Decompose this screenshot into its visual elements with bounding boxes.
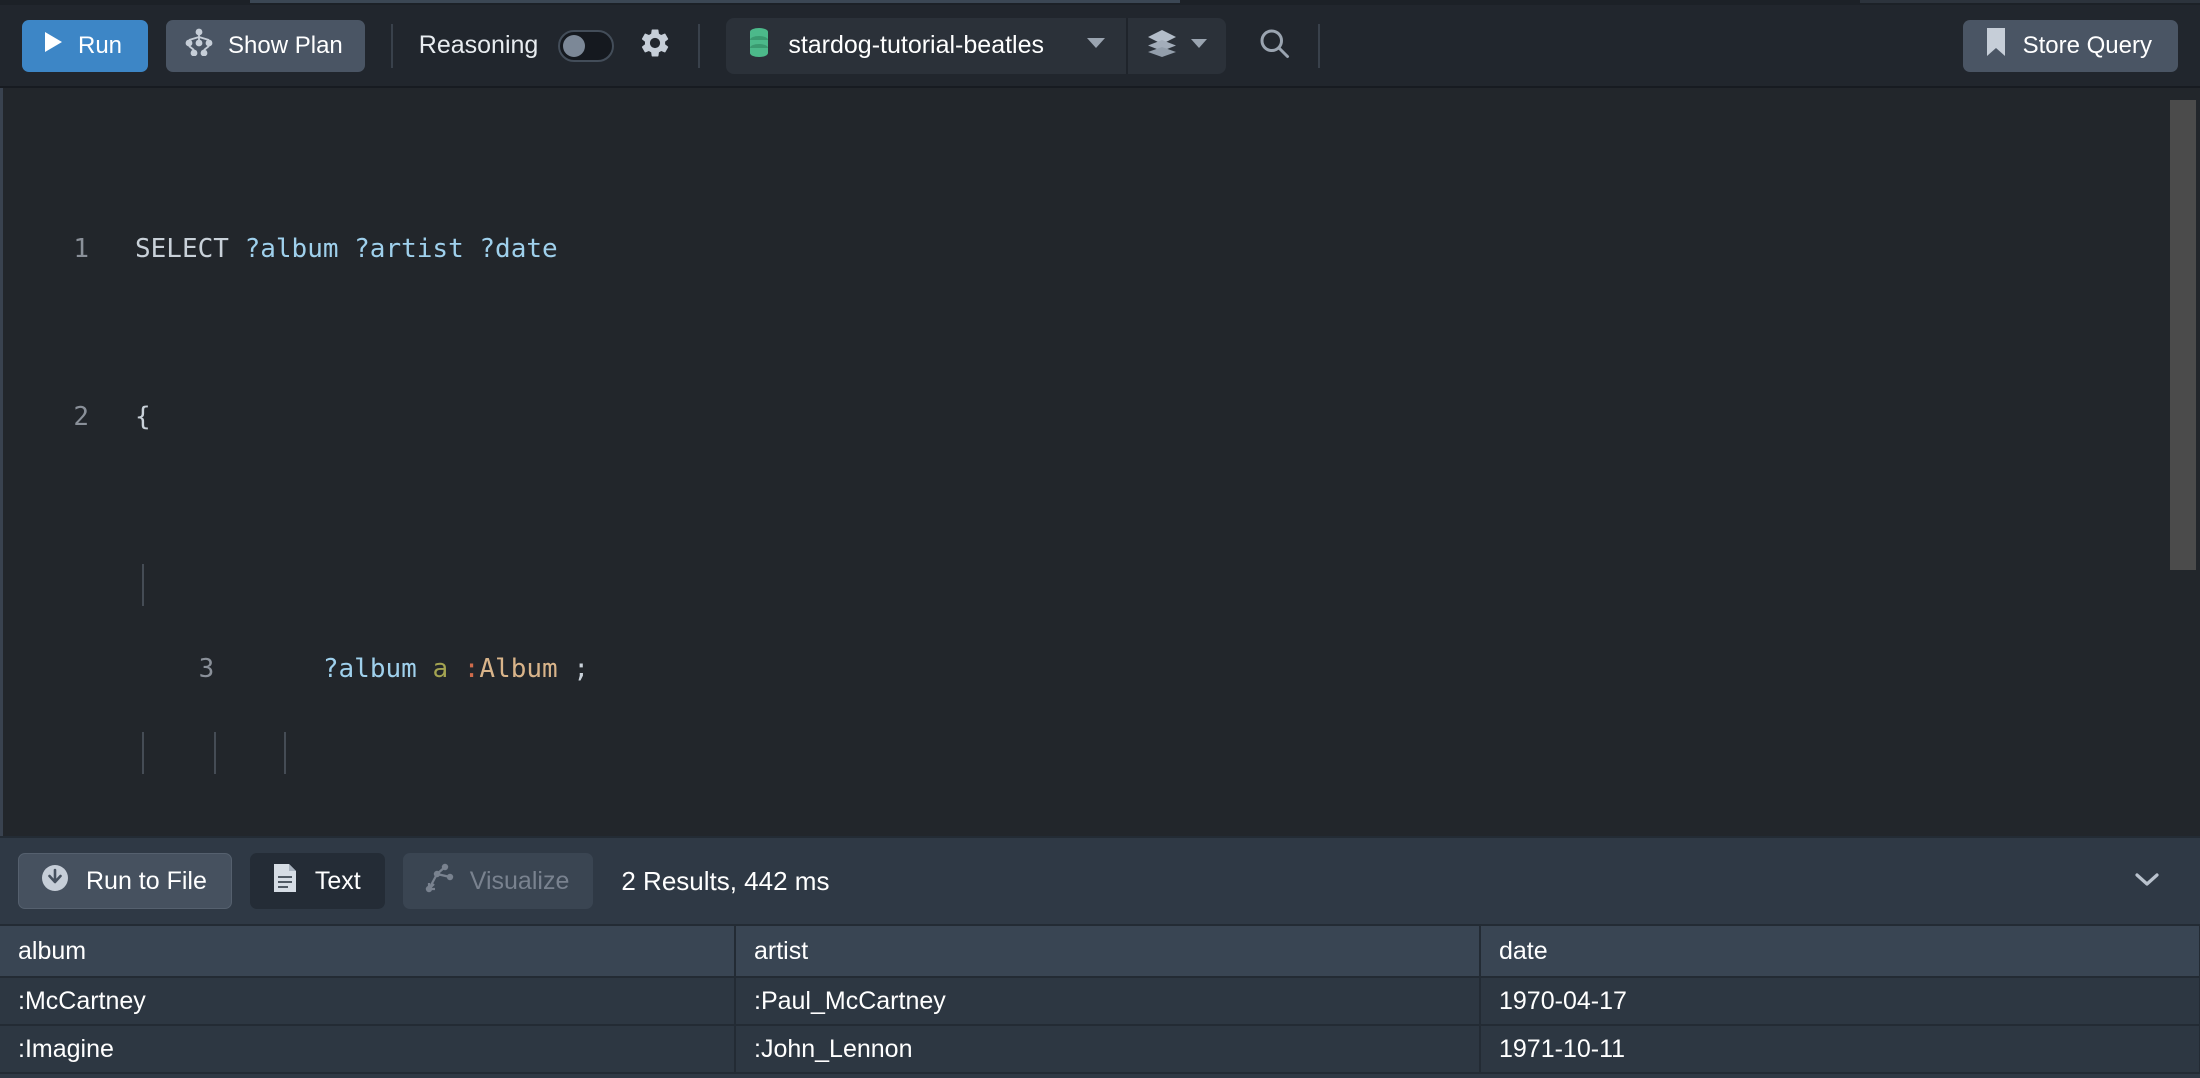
- run-to-file-label: Run to File: [86, 866, 207, 895]
- indent-guide: [142, 732, 144, 774]
- reasoning-toggle[interactable]: [558, 29, 615, 62]
- results-table: album artist date :McCartney :Paul_McCar…: [0, 924, 2200, 1074]
- code-area[interactable]: 1 SELECT ?album ?artist ?date 2{ 3 ?album…: [3, 88, 2200, 836]
- database-selector-main[interactable]: stardog-tutorial-beatles: [726, 18, 1126, 74]
- cell-artist: :Paul_McCartney: [735, 977, 1481, 1026]
- show-plan-label: Show Plan: [228, 31, 343, 59]
- download-circle-icon: [39, 862, 71, 901]
- database-cylinder-icon: [746, 27, 772, 64]
- line-number: 1: [73, 234, 89, 264]
- cell-artist: :John_Lennon: [735, 1025, 1481, 1074]
- indent-guide: [284, 732, 286, 774]
- stardog-query-workspace: Run Show Plan Reasoning stardog-tutorial…: [0, 0, 2200, 1078]
- visualize-view-tab[interactable]: Visualize: [402, 853, 594, 909]
- results-toolbar: Run to File Text Visualize 2 Results, 44…: [0, 838, 2200, 924]
- active-tab-underline: [250, 0, 1180, 3]
- named-graph-selector[interactable]: [1128, 18, 1226, 74]
- line-number: 3: [198, 654, 215, 684]
- cell-date: 1971-10-11: [1480, 1025, 2200, 1074]
- token-open-brace: {: [135, 402, 151, 432]
- token-a: a: [432, 654, 449, 684]
- cell-album: :Imagine: [0, 1025, 736, 1074]
- indent-guide: [214, 732, 216, 774]
- code-line-1: 1 SELECT ?album ?artist ?date: [3, 228, 2200, 270]
- code-line-3: 3 ?album a :Album ;: [3, 564, 2200, 684]
- cell-album: :McCartney: [0, 977, 736, 1026]
- show-plan-button[interactable]: Show Plan: [166, 19, 365, 72]
- store-query-label: Store Query: [2022, 31, 2152, 59]
- reasoning-label: Reasoning: [418, 31, 539, 59]
- run-to-file-button[interactable]: Run to File: [18, 853, 232, 909]
- reasoning-toggle-knob: [563, 34, 586, 57]
- toolbar-divider-3: [1318, 23, 1321, 68]
- play-icon: [42, 30, 64, 61]
- token-var-artist: ?artist: [354, 234, 464, 264]
- search-icon: [1256, 25, 1292, 66]
- results-status: 2 Results, 442 ms: [621, 865, 830, 896]
- table-header-row: album artist date: [0, 924, 2200, 978]
- table-row[interactable]: :McCartney :Paul_McCartney 1970-04-17: [0, 977, 2200, 1026]
- indent-guide: [142, 564, 144, 606]
- token-iri-album: Album: [479, 654, 558, 684]
- column-header-artist[interactable]: artist: [735, 924, 1481, 978]
- line-number: 2: [73, 402, 89, 432]
- text-view-tab[interactable]: Text: [249, 853, 385, 909]
- sparql-editor[interactable]: 1 SELECT ?album ?artist ?date 2{ 3 ?album…: [0, 88, 2200, 836]
- column-header-album[interactable]: album: [0, 924, 736, 978]
- editor-vertical-scrollbar[interactable]: [2170, 100, 2196, 570]
- results-panel: Run to File Text Visualize 2 Results, 44…: [0, 836, 2200, 1078]
- run-button[interactable]: Run: [22, 19, 149, 72]
- column-header-date[interactable]: date: [1480, 924, 2200, 978]
- store-query-button[interactable]: Store Query: [1962, 19, 2178, 72]
- table-row[interactable]: :Imagine :John_Lennon 1971-10-11: [0, 1025, 2200, 1074]
- token-var-album: ?album: [244, 234, 339, 264]
- token-select: SELECT: [135, 234, 229, 264]
- code-line-2: 2{: [3, 396, 2200, 438]
- database-name: stardog-tutorial-beatles: [788, 31, 1045, 59]
- token-var-date: ?date: [479, 234, 558, 264]
- token-semicolon: ;: [573, 654, 589, 684]
- text-view-label: Text: [314, 866, 361, 895]
- token-var-album: ?album: [322, 654, 417, 684]
- graph-nodes-icon: [423, 862, 455, 901]
- plan-tree-icon: [184, 28, 214, 63]
- code-line-4: 4 :artist ?artist ;: [3, 732, 2200, 774]
- toolbar-divider-2: [698, 23, 701, 68]
- layers-caret-down-icon: [1190, 37, 1208, 55]
- gear-icon: [638, 26, 672, 65]
- layers-icon: [1146, 28, 1178, 63]
- document-icon: [270, 862, 300, 901]
- run-button-label: Run: [78, 31, 123, 59]
- settings-button[interactable]: [638, 26, 672, 65]
- database-selector[interactable]: stardog-tutorial-beatles: [726, 17, 1227, 74]
- toolbar-divider-1: [390, 23, 393, 68]
- cell-date: 1970-04-17: [1480, 977, 2200, 1026]
- tab-bar-right-edge: [1860, 0, 2200, 3]
- collapse-results-button[interactable]: [2132, 869, 2162, 894]
- token-prefix-colon: :: [463, 654, 480, 684]
- chevron-down-icon: [2132, 869, 2162, 894]
- visualize-label: Visualize: [469, 866, 570, 895]
- bookmark-icon: [1985, 27, 2007, 64]
- query-toolbar: Run Show Plan Reasoning stardog-tutorial…: [0, 5, 2200, 88]
- caret-down-icon: [1086, 36, 1106, 55]
- search-button[interactable]: [1256, 25, 1292, 66]
